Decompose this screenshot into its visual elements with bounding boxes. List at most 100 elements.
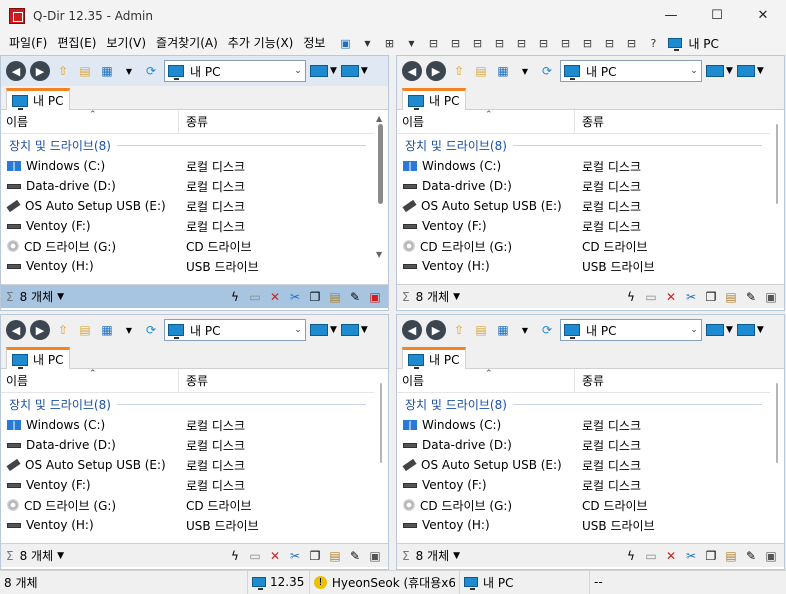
monitor-view-button-2[interactable]: ▼ (736, 324, 764, 336)
cut-icon[interactable]: ✂ (285, 288, 305, 306)
dropdown-arrow-icon[interactable]: ▼ (119, 320, 139, 340)
copy-icon[interactable]: ❐ (701, 288, 721, 306)
copy-icon[interactable]: ❐ (305, 288, 325, 306)
chevron-down-icon[interactable]: ⌄ (687, 325, 701, 335)
layout-2-icon[interactable]: ⊟ (446, 34, 464, 52)
group-header[interactable]: 장치 및 드라이브(8) (1, 134, 388, 156)
lightning-icon[interactable]: ϟ (225, 288, 245, 306)
list-item[interactable]: Ventoy (F:) 로컬 디스크 (1, 216, 388, 236)
cut-icon[interactable]: ✂ (681, 288, 701, 306)
back-icon[interactable]: ◀ (402, 61, 422, 81)
list-item[interactable]: CD 드라이브 (G:) CD 드라이브 (1, 236, 388, 256)
vertical-scrollbar[interactable] (770, 369, 784, 543)
tab-this-pc[interactable]: 내 PC (402, 88, 466, 110)
dropdown-arrow-icon[interactable]: ▼ (402, 34, 420, 52)
layout-quad-icon[interactable]: ⊞ (380, 34, 398, 52)
view-mode-icon[interactable]: ▦ (97, 61, 117, 81)
scroll-thumb[interactable] (378, 124, 383, 204)
scroll-thumb[interactable] (380, 383, 382, 463)
chevron-down-icon[interactable]: ⌄ (291, 325, 305, 335)
address-bar[interactable]: 내 PC ⌄ (560, 319, 702, 341)
refresh-icon[interactable]: ⟳ (537, 61, 557, 81)
group-header[interactable]: 장치 및 드라이브(8) (397, 134, 784, 156)
delete-icon[interactable]: ✕ (661, 547, 681, 565)
properties-icon[interactable]: ▣ (365, 288, 385, 306)
list-item[interactable]: Windows (C:) 로컬 디스크 (397, 156, 784, 176)
list-item[interactable]: OS Auto Setup USB (E:) 로컬 디스크 (397, 455, 784, 475)
lightning-icon[interactable]: ϟ (621, 288, 641, 306)
dropdown-arrow-icon[interactable]: ▼ (57, 551, 64, 561)
up-folder-icon[interactable]: ⇧ (53, 61, 73, 81)
dropdown-arrow-icon[interactable]: ▼ (358, 34, 376, 52)
paste-icon[interactable]: ▤ (721, 547, 741, 565)
address-bar[interactable]: 내 PC ⌄ (560, 60, 702, 82)
layout-3-icon[interactable]: ⊟ (468, 34, 486, 52)
menu-info[interactable]: 정보 (298, 32, 330, 54)
column-type[interactable]: 종류 (575, 372, 604, 389)
close-button[interactable]: ✕ (740, 0, 786, 31)
up-folder-icon[interactable]: ⇧ (449, 320, 469, 340)
delete-icon[interactable]: ✕ (661, 288, 681, 306)
layout-6-icon[interactable]: ⊟ (534, 34, 552, 52)
cut-icon[interactable]: ✂ (285, 547, 305, 565)
group-header[interactable]: 장치 및 드라이브(8) (1, 393, 388, 415)
rename-icon[interactable]: ▭ (641, 288, 661, 306)
status-user[interactable]: ! HyeonSeok (휴대용x6 (310, 570, 460, 594)
view-mode-icon[interactable]: ▦ (493, 320, 513, 340)
copy-icon[interactable]: ❐ (701, 547, 721, 565)
open-folder-icon[interactable]: ▤ (75, 61, 95, 81)
scroll-down-icon[interactable]: ▼ (376, 250, 382, 259)
tab-this-pc[interactable]: 내 PC (6, 347, 70, 369)
scroll-thumb[interactable] (776, 124, 778, 204)
edit-icon[interactable]: ✎ (345, 547, 365, 565)
menu-favorites[interactable]: 즐겨찾기(A) (151, 32, 223, 54)
help-icon[interactable]: ? (644, 34, 662, 52)
list-item[interactable]: Ventoy (H:) USB 드라이브 (397, 515, 784, 535)
layout-7-icon[interactable]: ⊟ (556, 34, 574, 52)
tab-this-pc[interactable]: 내 PC (6, 88, 70, 110)
address-bar[interactable]: 내 PC ⌄ (164, 60, 306, 82)
layout-1-icon[interactable]: ⊟ (424, 34, 442, 52)
list-item[interactable]: Ventoy (H:) USB 드라이브 (1, 256, 388, 276)
dropdown-arrow-icon[interactable]: ▼ (515, 61, 535, 81)
rename-icon[interactable]: ▭ (245, 288, 265, 306)
list-item[interactable]: Ventoy (H:) USB 드라이브 (1, 515, 388, 535)
rename-icon[interactable]: ▭ (245, 547, 265, 565)
lightning-icon[interactable]: ϟ (225, 547, 245, 565)
refresh-icon[interactable]: ⟳ (537, 320, 557, 340)
copy-icon[interactable]: ❐ (305, 547, 325, 565)
monitor-view-button-2[interactable]: ▼ (340, 65, 368, 77)
list-item[interactable]: Ventoy (F:) 로컬 디스크 (397, 216, 784, 236)
column-type[interactable]: 종류 (179, 113, 208, 130)
file-list[interactable]: ⌃ 이름 종류 장치 및 드라이브(8) Windows (C:) 로컬 디스크 … (397, 110, 784, 284)
forward-icon[interactable]: ▶ (426, 320, 446, 340)
forward-icon[interactable]: ▶ (30, 61, 50, 81)
lightning-icon[interactable]: ϟ (621, 547, 641, 565)
menu-file[interactable]: 파일(F) (4, 32, 52, 54)
open-folder-icon[interactable]: ▤ (471, 61, 491, 81)
list-item[interactable]: Windows (C:) 로컬 디스크 (397, 415, 784, 435)
minimize-button[interactable]: — (648, 0, 694, 31)
list-item[interactable]: Ventoy (F:) 로컬 디스크 (1, 475, 388, 495)
properties-icon[interactable]: ▣ (365, 547, 385, 565)
back-icon[interactable]: ◀ (6, 320, 26, 340)
dropdown-arrow-icon[interactable]: ▼ (453, 292, 460, 302)
scroll-thumb[interactable] (776, 383, 778, 463)
tab-this-pc[interactable]: 내 PC (402, 347, 466, 369)
list-item[interactable]: CD 드라이브 (G:) CD 드라이브 (397, 236, 784, 256)
column-type[interactable]: 종류 (575, 113, 604, 130)
view-mode-icon[interactable]: ▦ (97, 320, 117, 340)
vertical-scrollbar[interactable] (374, 369, 388, 543)
edit-icon[interactable]: ✎ (345, 288, 365, 306)
list-item[interactable]: Ventoy (H:) USB 드라이브 (397, 256, 784, 276)
layout-9-icon[interactable]: ⊟ (600, 34, 618, 52)
properties-icon[interactable]: ▣ (761, 288, 781, 306)
list-item[interactable]: Data-drive (D:) 로컬 디스크 (397, 435, 784, 455)
layout-10-icon[interactable]: ⊟ (622, 34, 640, 52)
vertical-scrollbar[interactable] (770, 110, 784, 284)
cut-icon[interactable]: ✂ (681, 547, 701, 565)
column-type[interactable]: 종류 (179, 372, 208, 389)
open-folder-icon[interactable]: ▤ (471, 320, 491, 340)
monitor-view-button[interactable]: ▼ (310, 65, 337, 77)
network-icon[interactable]: ▣ (336, 34, 354, 52)
